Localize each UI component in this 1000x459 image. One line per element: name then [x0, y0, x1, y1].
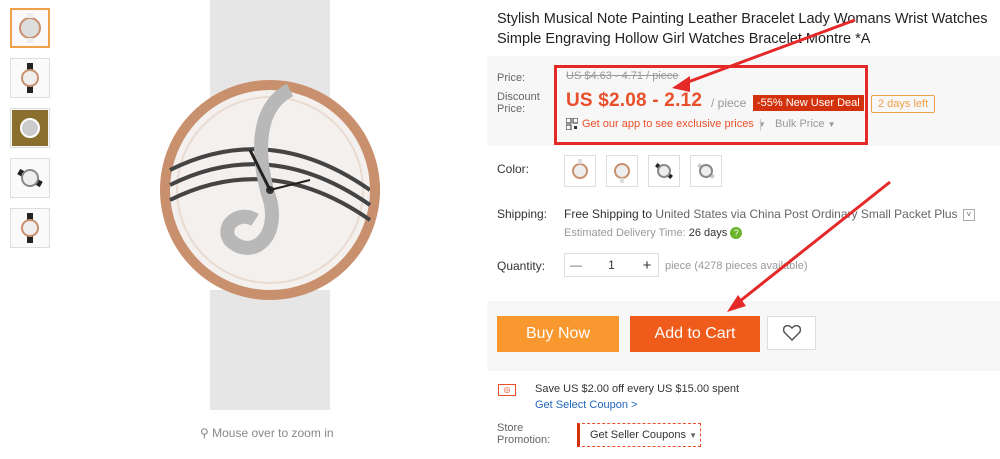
- arrowhead-price: [672, 76, 690, 92]
- arrow-to-cart: [734, 180, 891, 307]
- annotation-arrows: [672, 18, 891, 312]
- arrow-to-price: [679, 18, 856, 87]
